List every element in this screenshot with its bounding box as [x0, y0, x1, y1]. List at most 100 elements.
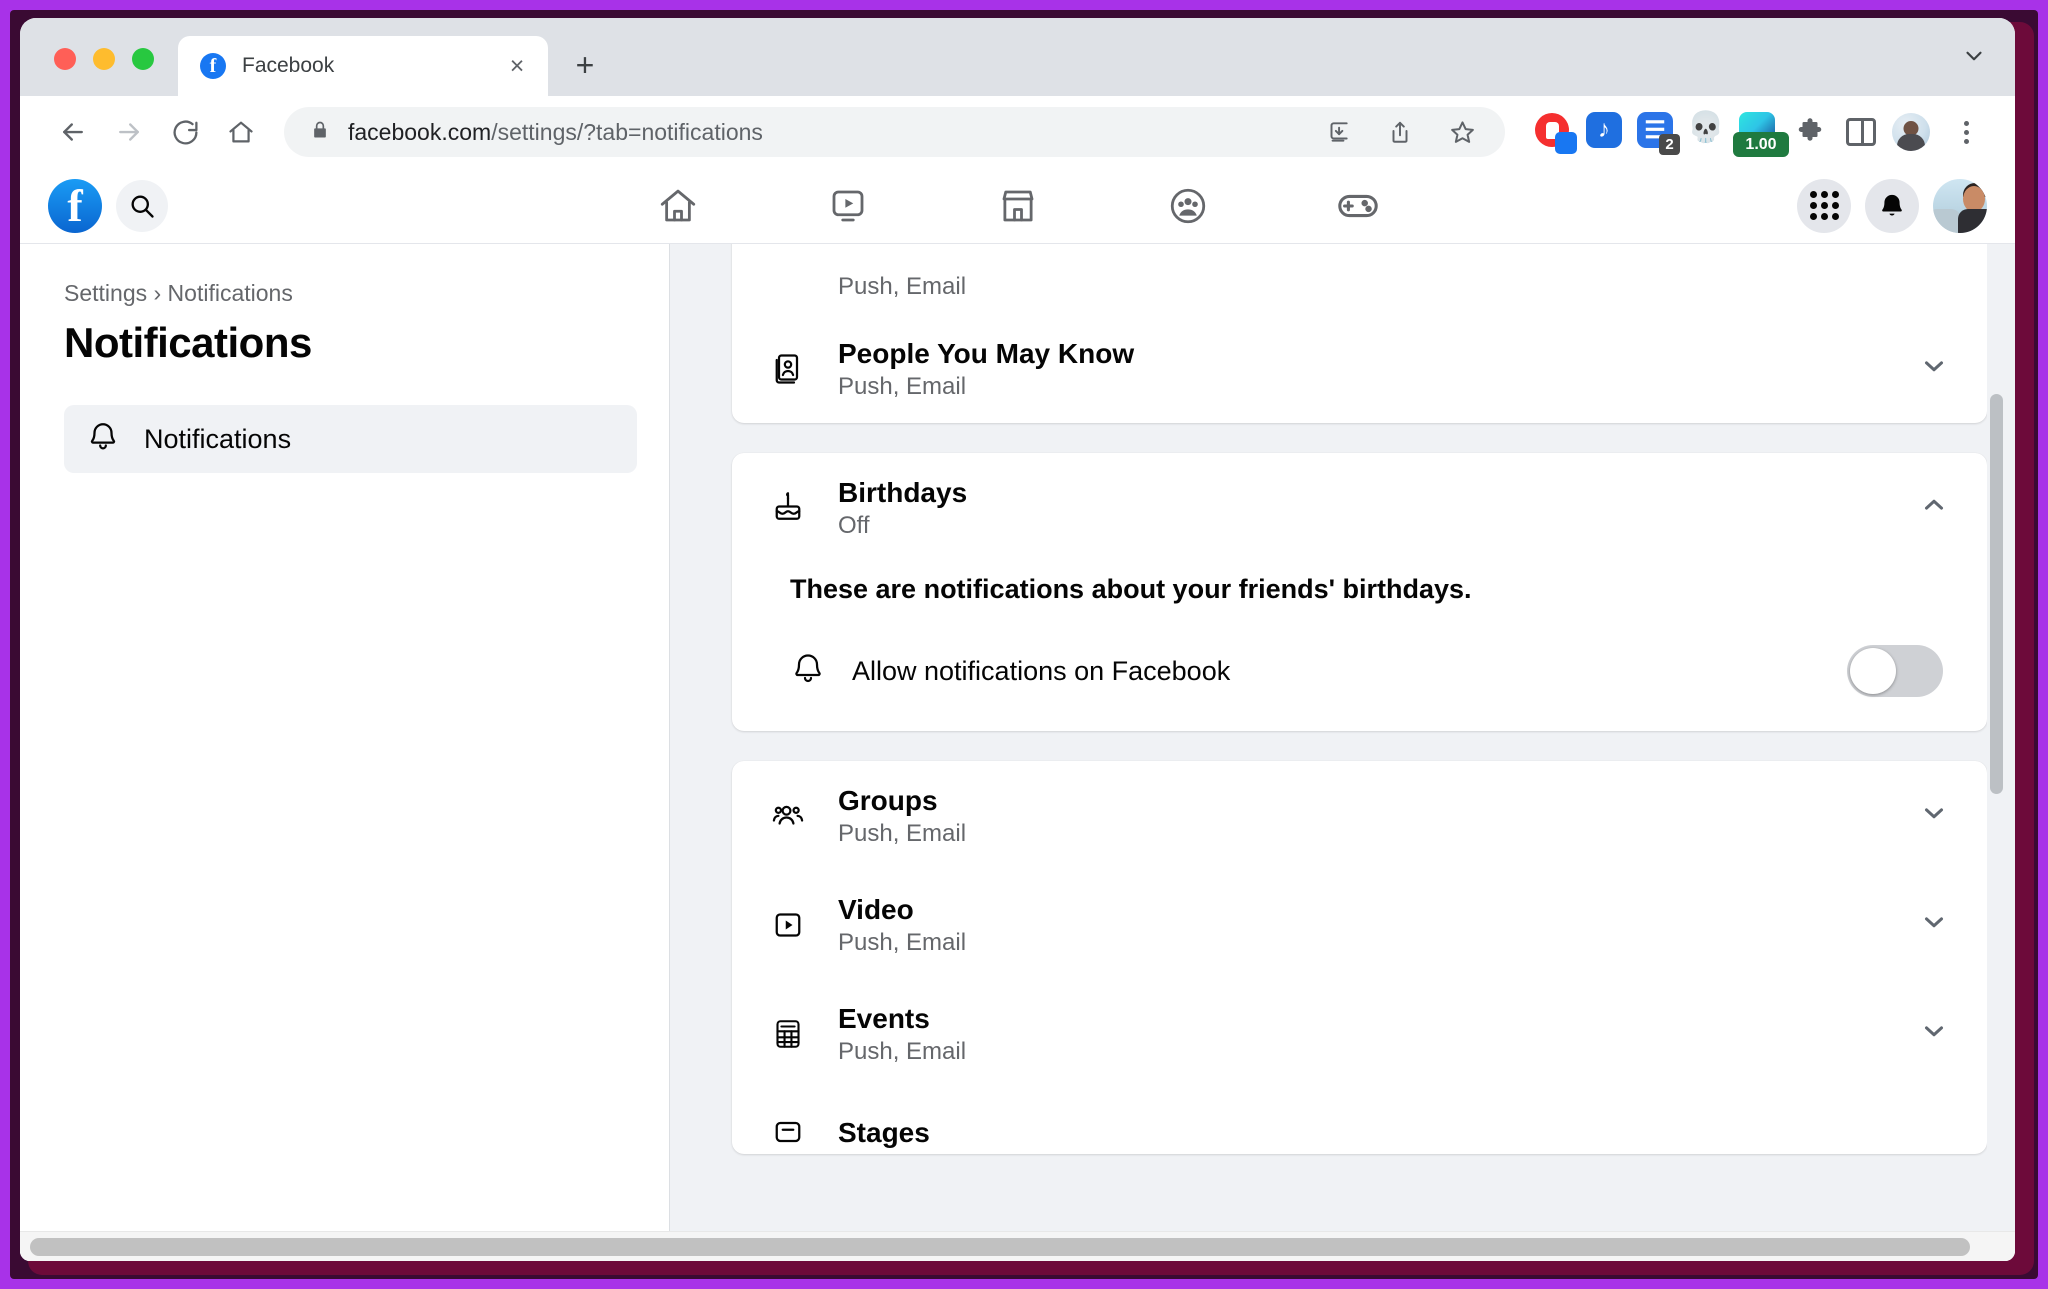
- browser-toolbar: facebook.com/settings/?tab=notifications: [20, 96, 2015, 168]
- page-title: Notifications: [64, 319, 312, 366]
- window-traffic-lights: [20, 48, 154, 96]
- groups-icon[interactable]: [1157, 178, 1219, 234]
- notification-section-video[interactable]: Video Push, Email: [732, 870, 1987, 979]
- reload-icon[interactable]: [160, 107, 210, 157]
- section-title: People You May Know: [838, 338, 1135, 369]
- facebook-main-nav: [647, 178, 1389, 234]
- notification-settings-list: Push, Email People You May Know Push, Em…: [670, 244, 2015, 1261]
- chevron-down-icon[interactable]: [1961, 43, 1987, 74]
- section-title: Birthdays: [838, 477, 968, 508]
- image-capture-icon[interactable]: 1.00: [1733, 112, 1789, 157]
- address-bar[interactable]: facebook.com/settings/?tab=notifications: [284, 107, 1505, 157]
- chevron-up-icon[interactable]: [1919, 490, 1949, 525]
- new-tab-button[interactable]: +: [562, 42, 608, 88]
- omnibox-action-icons: [1313, 107, 1487, 157]
- section-title: Stages: [838, 1116, 930, 1148]
- music-note-icon[interactable]: ♪: [1586, 112, 1626, 152]
- browser-profile-avatar[interactable]: [1892, 113, 1930, 151]
- notification-section-birthdays[interactable]: Birthdays Off These are notifications ab…: [732, 453, 1987, 731]
- search-icon[interactable]: [116, 179, 168, 232]
- document-icon[interactable]: ☰ 2: [1637, 112, 1680, 155]
- home-icon[interactable]: [216, 107, 266, 157]
- section-title: Video: [838, 894, 914, 925]
- notification-section-people-you-may-know[interactable]: People You May Know Push, Email: [732, 314, 1987, 423]
- events-calendar-icon: [766, 1012, 810, 1056]
- section-sub: Push, Email: [838, 820, 967, 847]
- allow-notifications-label: Allow notifications on Facebook: [852, 655, 1231, 686]
- chevron-down-icon[interactable]: [1919, 1016, 1949, 1051]
- forward-arrow-icon[interactable]: [104, 107, 154, 157]
- facebook-logo[interactable]: f: [48, 178, 102, 233]
- close-tab-button[interactable]: ×: [502, 51, 532, 81]
- chevron-down-icon[interactable]: [1919, 798, 1949, 833]
- puzzle-extensions-icon[interactable]: [1790, 112, 1830, 152]
- three-dot-menu-icon[interactable]: [1941, 107, 1991, 157]
- notification-section-groups[interactable]: Groups Push, Email: [732, 761, 1987, 870]
- chevron-down-icon[interactable]: [1919, 351, 1949, 386]
- bookmark-star-icon[interactable]: [1437, 107, 1487, 157]
- home-icon[interactable]: [647, 178, 709, 234]
- extension-icon-row: ♪ ☰ 2 💀 1.00: [1523, 107, 1991, 157]
- notification-section-partial[interactable]: Push, Email People You May Know Push, Em…: [732, 244, 1987, 423]
- maximize-window-button[interactable]: [132, 48, 154, 70]
- section-sub: Push, Email: [838, 373, 967, 400]
- browser-tab[interactable]: f Facebook ×: [178, 36, 548, 96]
- birthday-cake-icon: [766, 486, 810, 530]
- toggle-knob: [1850, 648, 1896, 694]
- horizontal-scrollbar-thumb[interactable]: [30, 1238, 1970, 1256]
- birthdays-expanded-body: These are notifications about your frien…: [732, 562, 1987, 731]
- image-capture-icon-badge: 1.00: [1733, 132, 1789, 157]
- section-sub: Off: [838, 512, 870, 539]
- allow-notifications-toggle[interactable]: [1847, 645, 1943, 697]
- browser-window: f Facebook × + facebook.com/settings/?ta…: [20, 18, 2015, 1261]
- sidebar-item-notifications[interactable]: Notifications: [64, 405, 637, 473]
- url-domain: facebook.com: [348, 118, 492, 145]
- notification-section-stages[interactable]: Stages: [732, 1088, 1987, 1154]
- facebook-top-navigation: f: [20, 168, 2015, 244]
- facebook-favicon-icon: f: [200, 53, 226, 79]
- back-arrow-icon[interactable]: [48, 107, 98, 157]
- bell-icon: [790, 651, 826, 692]
- partial-section-sub: Push, Email: [838, 273, 967, 300]
- side-panel-icon[interactable]: [1841, 112, 1881, 152]
- people-you-may-know-icon: [766, 347, 810, 391]
- account-avatar[interactable]: [1933, 178, 1987, 233]
- section-sub: Push, Email: [838, 929, 967, 956]
- notification-section-events[interactable]: Events Push, Email: [732, 979, 1987, 1088]
- share-icon[interactable]: [1375, 107, 1425, 157]
- sidebar-item-label: Notifications: [144, 423, 292, 454]
- birthdays-description: These are notifications about your frien…: [790, 574, 1472, 604]
- scrollbar-thumb[interactable]: [1990, 394, 2003, 794]
- minimize-window-button[interactable]: [93, 48, 115, 70]
- document-icon-badge: 2: [1659, 134, 1680, 155]
- bell-icon: [86, 420, 120, 459]
- watch-video-icon[interactable]: [817, 178, 879, 234]
- groups-icon: [766, 794, 810, 838]
- adblock-icon[interactable]: [1535, 112, 1577, 154]
- menu-grid-icon[interactable]: [1797, 178, 1851, 233]
- section-title: Groups: [838, 785, 938, 816]
- page-horizontal-scrollbar[interactable]: [20, 1231, 2015, 1261]
- gaming-icon[interactable]: [1327, 178, 1389, 234]
- breadcrumb: Settings › Notifications: [64, 280, 293, 306]
- page-vertical-scrollbar[interactable]: [1987, 244, 2005, 1261]
- chevron-down-icon[interactable]: [1919, 907, 1949, 942]
- video-icon: [766, 903, 810, 947]
- stages-icon: [766, 1110, 810, 1154]
- lock-icon: [310, 119, 330, 146]
- install-icon[interactable]: [1313, 107, 1363, 157]
- section-title: Events: [838, 1003, 930, 1034]
- tab-title: Facebook: [242, 54, 335, 77]
- partial-section-icon: [766, 264, 810, 308]
- close-window-button[interactable]: [54, 48, 76, 70]
- browser-tab-strip: f Facebook × +: [20, 18, 2015, 96]
- facebook-header-actions: [1797, 178, 1987, 233]
- notification-sections-collapsed-group: Groups Push, Email Video Push, Email Eve…: [732, 761, 1987, 1154]
- allow-notifications-row[interactable]: Allow notifications on Facebook: [766, 645, 1953, 697]
- url-path: /settings/?tab=notifications: [491, 118, 763, 145]
- section-sub: Push, Email: [838, 1038, 967, 1065]
- marketplace-icon[interactable]: [987, 178, 1049, 234]
- notifications-bell-icon[interactable]: [1865, 178, 1919, 233]
- page-body: Settings › Notifications Notifications N…: [20, 244, 2015, 1261]
- skull-icon[interactable]: 💀: [1687, 112, 1728, 152]
